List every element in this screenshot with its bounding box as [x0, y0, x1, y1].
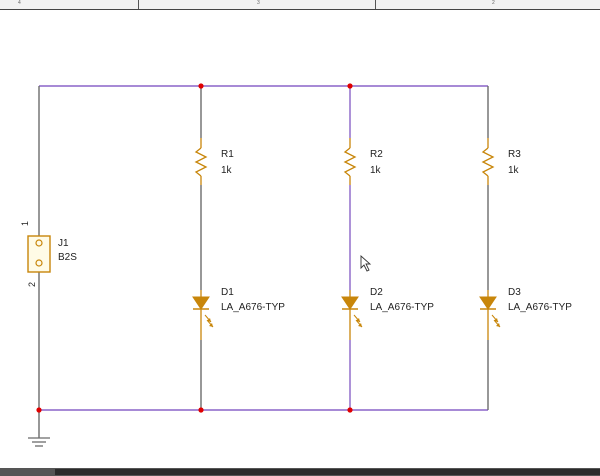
- r3-reference: R3: [508, 149, 521, 160]
- junction-dot: [198, 407, 204, 413]
- d2-value: LA_A676-TYP: [370, 302, 434, 313]
- mouse-cursor-icon: [360, 254, 372, 272]
- r2-reference: R2: [370, 149, 383, 160]
- r3-zigzag: [481, 147, 495, 177]
- j1-body: [27, 235, 51, 273]
- d1-diode-triangle: [192, 296, 210, 310]
- j1-pin2-number: 2: [27, 282, 37, 287]
- wires: [38, 85, 489, 438]
- resistor-r3[interactable]: R3 1k: [481, 138, 521, 185]
- junctions: [36, 83, 353, 413]
- d1-reference: D1: [221, 287, 234, 298]
- r3-value: 1k: [508, 165, 520, 176]
- scrollbar-thumb[interactable]: [55, 469, 600, 475]
- ground-symbol[interactable]: [28, 437, 50, 447]
- r1-zigzag: [194, 147, 208, 177]
- d3-reference: D3: [508, 287, 521, 298]
- led-d1[interactable]: D1 LA_A676-TYP: [192, 287, 285, 340]
- j1-value: B2S: [58, 252, 77, 263]
- horizontal-scrollbar[interactable]: [0, 468, 600, 476]
- d3-diode-triangle: [479, 296, 497, 310]
- d2-reference: D2: [370, 287, 383, 298]
- connector-j1[interactable]: 1 2 J1 B2S: [20, 210, 77, 305]
- d3-value: LA_A676-TYP: [508, 302, 572, 313]
- resistor-r2[interactable]: R2 1k: [343, 138, 383, 185]
- resistor-r1[interactable]: R1 1k: [194, 138, 234, 185]
- junction-dot: [198, 83, 204, 89]
- led-d3[interactable]: D3 LA_A676-TYP: [479, 287, 572, 340]
- d2-diode-triangle: [341, 296, 359, 310]
- schematic-canvas[interactable]: 1 2 J1 B2S R1 1k R2 1k R3 1k D1 LA_A676-…: [0, 0, 600, 476]
- r2-value: 1k: [370, 165, 382, 176]
- junction-dot: [36, 407, 42, 413]
- j1-reference: J1: [58, 238, 69, 249]
- junction-dot: [347, 83, 353, 89]
- led-d2[interactable]: D2 LA_A676-TYP: [341, 287, 434, 340]
- d1-value: LA_A676-TYP: [221, 302, 285, 313]
- j1-pin1-number: 1: [20, 221, 30, 226]
- r1-value: 1k: [221, 165, 233, 176]
- junction-dot: [347, 407, 353, 413]
- r1-reference: R1: [221, 149, 234, 160]
- r2-zigzag: [343, 147, 357, 177]
